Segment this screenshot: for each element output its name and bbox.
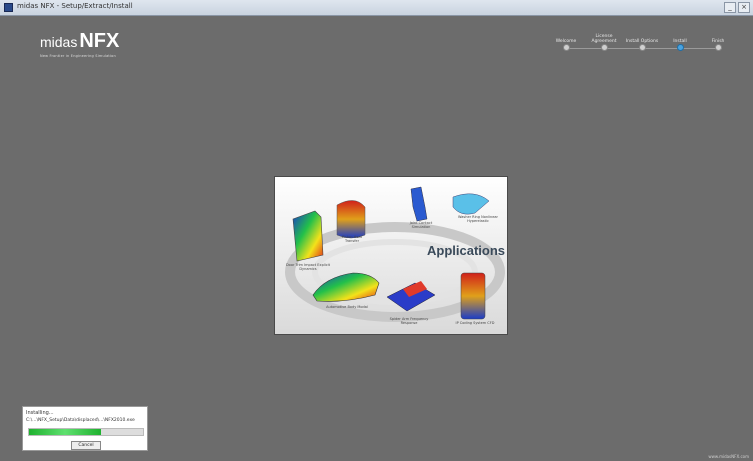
step-license-agreement: License Agreement (586, 28, 622, 51)
step-label: Install Options (625, 39, 659, 44)
step-dot-active (676, 44, 684, 51)
product-logo: midas NFX New Frontier in Engineering Sim… (40, 30, 119, 58)
step-label: Install (673, 39, 687, 44)
step-label: Finish (711, 39, 725, 44)
install-steps: Welcome License Agreement Install Option… (548, 28, 738, 58)
label-joint: Joint Contact Simulation (409, 221, 433, 229)
app-icon (4, 3, 13, 12)
step-install: Install (662, 28, 698, 51)
step-install-options: Install Options (624, 28, 660, 51)
close-button[interactable]: × (738, 2, 750, 13)
applications-banner: Applications Door Trim Impact Explicit D… (274, 176, 508, 335)
label-automotive-body: Automotive Body Modal (326, 305, 368, 309)
step-finish: Finish (700, 28, 736, 51)
door-model (292, 210, 324, 262)
progress-bar (28, 428, 144, 436)
label-spider-arm: Spider Arm Frequency Response (389, 317, 429, 325)
logo-product: NFX (79, 30, 120, 52)
window-title: midas NFX - Setup/Extract/Install (17, 2, 133, 10)
step-label: License Agreement (591, 34, 617, 44)
step-dot (600, 44, 608, 51)
piston-model (336, 200, 366, 239)
logo-brand: midas (40, 34, 78, 50)
step-label: Welcome (555, 39, 577, 44)
step-dot (638, 44, 646, 51)
label-ip-coding: IP Coding System CFD (455, 321, 495, 325)
minimize-button[interactable]: _ (724, 2, 736, 13)
title-bar: midas NFX - Setup/Extract/Install _ × (0, 0, 753, 16)
logo-tagline: New Frontier in Engineering Simulation (40, 54, 116, 58)
banner-title: Applications (427, 243, 506, 258)
install-progress-dialog: Installing... C:\...\NFX_Setup\Data\disp… (22, 406, 148, 451)
label-door-trim: Door Trim Impact Explicit Dynamics (285, 263, 331, 271)
window-controls: _ × (724, 2, 750, 13)
progress-title: Installing... (26, 410, 54, 416)
step-dot (714, 44, 722, 51)
footer-watermark: www.midasNFX.com (708, 454, 749, 459)
progress-fill (29, 429, 101, 435)
progress-file: C:\...\NFX_Setup\Data\displaced\...\NFX2… (26, 418, 135, 423)
step-welcome: Welcome (548, 28, 584, 51)
ip-coding-model (460, 272, 486, 320)
cancel-button[interactable]: Cancel (71, 441, 101, 450)
step-dot (562, 44, 570, 51)
label-washer: Washer Ring Nonlinear Hyperelastic (458, 215, 498, 223)
label-piston: Piston Heat Transfer (342, 235, 362, 243)
